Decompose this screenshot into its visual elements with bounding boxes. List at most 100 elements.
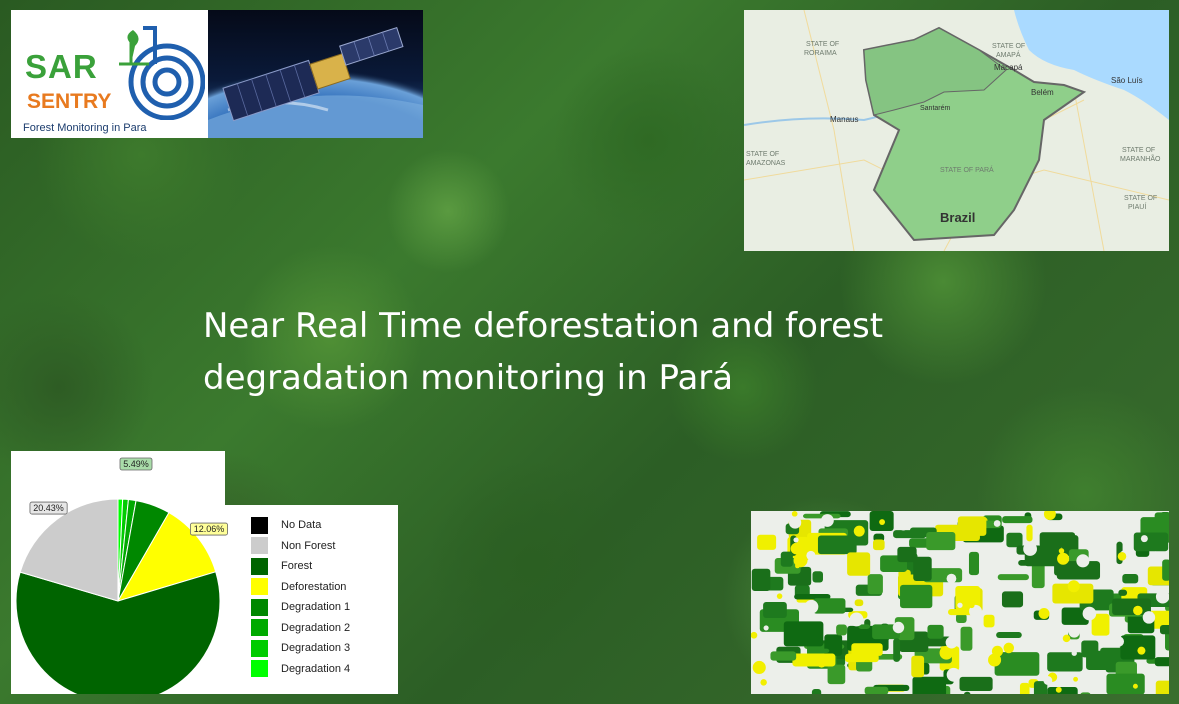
legend-swatch (251, 557, 268, 575)
raster-patch (994, 652, 1040, 676)
legend-label: Degradation 2 (281, 621, 351, 634)
raster-patch (851, 643, 883, 656)
legend-label: Forest (281, 560, 313, 572)
map-label-maranhao-2: MARANHÃO (1120, 154, 1161, 163)
raster-spot (1038, 607, 1050, 619)
raster-patch (1031, 562, 1045, 589)
classification-raster (751, 511, 1169, 694)
map-label-sao-luis: São Luís (1111, 76, 1143, 85)
raster-patch (770, 651, 797, 661)
raster-spot (1133, 605, 1143, 616)
legend-item-degradation-2: Degradation 2 (251, 619, 350, 637)
raster-patch (847, 552, 871, 576)
map-label-amapa-2: AMAPÁ (996, 50, 1021, 59)
raster-patch (897, 546, 917, 563)
legend-item-degradation-3: Degradation 3 (251, 639, 350, 657)
raster-spot (1043, 676, 1053, 685)
raster-spot (899, 522, 908, 531)
map-label-santarem: Santarém (920, 105, 951, 112)
raster-patch (911, 655, 925, 678)
raster-patch (1118, 589, 1128, 596)
raster-patch (1154, 512, 1169, 529)
raster-patch (1047, 686, 1078, 694)
raster-patch (827, 664, 846, 685)
raster-patch (893, 638, 901, 662)
para-state-map: STATE OF RORAIMA STATE OF AMAPÁ STATE OF… (744, 10, 1169, 251)
pie-legend: No Data Non Forest Forest Deforestation Degr… (11, 505, 398, 694)
raster-spot (752, 660, 766, 675)
map-label-roraima-2: RORAIMA (804, 50, 837, 57)
sar-sentry-logo: SAR SENTRY Forest Monitoring in Para (11, 10, 208, 138)
raster-spot (1062, 634, 1071, 643)
raster-patch (900, 584, 933, 609)
raster-spot (793, 537, 799, 543)
raster-spot (804, 599, 819, 614)
legend-swatch (251, 619, 268, 636)
raster-spot (1068, 626, 1080, 638)
logo-tagline: Forest Monitoring in Para (23, 122, 147, 134)
raster-patch (1154, 657, 1169, 667)
raster-patch (1159, 624, 1169, 635)
raster-patch (1106, 673, 1145, 694)
map-label-amazonas-1: STATE OF (746, 151, 779, 158)
raster-patch (854, 599, 864, 607)
raster-patch (1162, 559, 1169, 581)
legend-item-deforestation: Deforestation (251, 578, 346, 596)
raster-patch (1039, 532, 1076, 548)
raster-spot (1082, 606, 1097, 621)
raster-spot (795, 563, 800, 569)
raster-spot (968, 602, 975, 609)
raster-spot (1155, 589, 1169, 604)
satellite-illustration (208, 10, 423, 138)
legend-label: Non Forest (281, 539, 336, 552)
raster-patch (1019, 682, 1030, 694)
legend-swatch (251, 639, 268, 657)
raster-patch (817, 535, 857, 555)
raster-patch (1047, 652, 1083, 672)
raster-spot (1137, 646, 1146, 655)
raster-patch (1006, 532, 1023, 548)
raster-patch (809, 648, 830, 653)
raster-spot (791, 511, 798, 517)
page-headline: Near Real Time deforestation and forest … (203, 300, 1023, 404)
raster-patch (867, 574, 883, 595)
pie-data-label-degradation-1: 5.49% (123, 459, 149, 469)
raster-patch (1016, 545, 1062, 555)
raster-spot (1067, 580, 1080, 593)
map-label-maranhao-1: STATE OF (1122, 147, 1155, 154)
raster-spot (789, 516, 802, 529)
raster-spot (957, 602, 963, 608)
raster-patch (1001, 591, 1024, 608)
raster-spot (947, 602, 952, 608)
raster-patch (757, 534, 777, 550)
logo-title-sar: SAR (25, 48, 98, 85)
raster-spot (892, 621, 905, 634)
raster-spot (1140, 535, 1148, 543)
raster-spot (806, 550, 816, 561)
raster-spot (1113, 636, 1125, 647)
raster-spot (763, 625, 769, 631)
raster-patch (927, 624, 944, 639)
legend-item-forest: Forest (251, 557, 312, 575)
raster-patch (1122, 574, 1139, 584)
map-label-manaus: Manaus (830, 115, 858, 124)
legend-label: Degradation 4 (281, 662, 351, 675)
raster-patch (1002, 516, 1033, 524)
raster-spot (1117, 552, 1127, 561)
raster-spot (853, 525, 865, 537)
raster-patch (964, 691, 971, 694)
raster-patch (1026, 524, 1033, 542)
raster-spot (1071, 650, 1077, 656)
raster-spot (1057, 552, 1070, 565)
map-label-piaui-1: STATE OF (1124, 195, 1157, 202)
legend-swatch (251, 660, 268, 677)
raster-patch (763, 601, 787, 619)
raster-patch (912, 676, 947, 694)
raster-patch (780, 551, 793, 567)
raster-spot (946, 573, 957, 584)
raster-spot (790, 542, 803, 555)
legend-swatch (251, 598, 268, 616)
raster-patch (968, 551, 980, 576)
legend-swatch (251, 516, 268, 534)
raster-patch (873, 539, 885, 551)
